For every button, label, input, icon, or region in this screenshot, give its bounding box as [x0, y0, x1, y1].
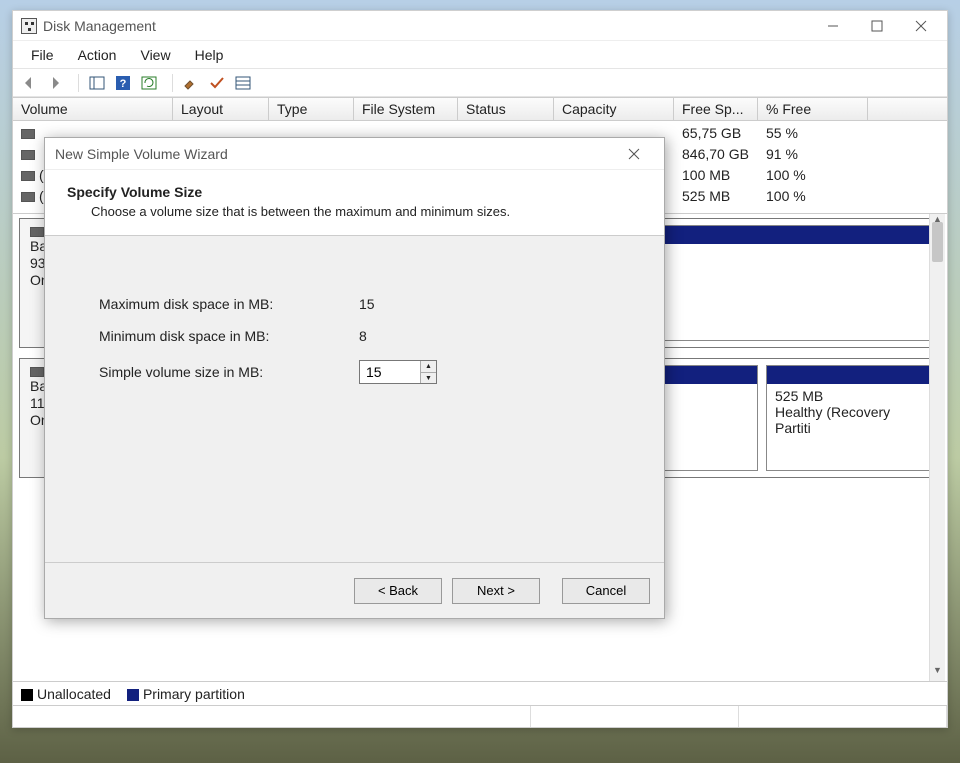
col-layout[interactable]: Layout: [173, 98, 269, 120]
disk-icon: [30, 227, 44, 237]
col-status[interactable]: Status: [458, 98, 554, 120]
cell-free: 65,75 GB: [674, 125, 758, 146]
scroll-thumb[interactable]: [932, 222, 943, 262]
swatch-unallocated: [21, 689, 33, 701]
minimize-button[interactable]: [811, 12, 855, 40]
back-button[interactable]: < Back: [354, 578, 442, 604]
cell-free: 100 MB: [674, 167, 758, 188]
settings-icon[interactable]: [179, 72, 203, 94]
toolbar-separator: [73, 74, 79, 92]
size-label: Simple volume size in MB:: [99, 364, 359, 380]
wizard-buttons: < Back Next > Cancel: [45, 562, 664, 618]
refresh-icon[interactable]: [137, 72, 161, 94]
cell-pct: 55 %: [758, 125, 868, 146]
min-space-value: 8: [359, 328, 367, 344]
window-buttons: [811, 12, 943, 40]
volume-icon: [21, 171, 35, 181]
toolbar: ?: [13, 69, 947, 97]
menu-view[interactable]: View: [128, 43, 182, 67]
col-type[interactable]: Type: [269, 98, 354, 120]
legend-unallocated: Unallocated: [21, 686, 111, 702]
forward-icon[interactable]: [43, 72, 67, 94]
size-input[interactable]: [360, 361, 420, 383]
col-capacity[interactable]: Capacity: [554, 98, 674, 120]
cancel-button[interactable]: Cancel: [562, 578, 650, 604]
wizard-subheading: Choose a volume size that is between the…: [91, 204, 642, 219]
pane-icon[interactable]: [85, 72, 109, 94]
max-space-label: Maximum disk space in MB:: [99, 296, 359, 312]
menubar: File Action View Help: [13, 41, 947, 69]
statusbar: [13, 705, 947, 727]
col-freespace[interactable]: Free Sp...: [674, 98, 758, 120]
scrollbar[interactable]: ▲ ▼: [929, 214, 945, 681]
titlebar: Disk Management: [13, 11, 947, 41]
col-spacer: [868, 98, 947, 120]
volume-icon: [21, 129, 35, 139]
partition-stripe: [767, 366, 935, 384]
check-icon[interactable]: [205, 72, 229, 94]
cell-free: 846,70 GB: [674, 146, 758, 167]
wizard-titlebar: New Simple Volume Wizard: [45, 138, 664, 170]
wizard-title: New Simple Volume Wizard: [55, 146, 228, 162]
legend: Unallocated Primary partition: [13, 681, 947, 705]
spin-up-icon[interactable]: ▲: [421, 361, 436, 373]
cell-pct: 91 %: [758, 146, 868, 167]
wizard-close-button[interactable]: [614, 140, 654, 168]
help-icon[interactable]: ?: [111, 72, 135, 94]
wizard-body: Maximum disk space in MB: 15 Minimum dis…: [45, 236, 664, 562]
spin-down-icon[interactable]: ▼: [421, 373, 436, 384]
disk-icon: [30, 367, 44, 377]
wizard-heading: Specify Volume Size: [67, 184, 642, 200]
partition[interactable]: 525 MB Healthy (Recovery Partiti: [766, 365, 936, 471]
max-space-value: 15: [359, 296, 375, 312]
size-spinner: ▲ ▼: [359, 360, 437, 384]
menu-help[interactable]: Help: [183, 43, 236, 67]
min-space-label: Minimum disk space in MB:: [99, 328, 359, 344]
toolbar-separator: [167, 74, 173, 92]
new-simple-volume-wizard: New Simple Volume Wizard Specify Volume …: [44, 137, 665, 619]
partition-size: 525 MB: [775, 388, 927, 404]
cell-pct: 100 %: [758, 188, 868, 209]
close-button[interactable]: [899, 12, 943, 40]
volume-list-header: Volume Layout Type File System Status Ca…: [13, 97, 947, 121]
legend-primary: Primary partition: [127, 686, 245, 702]
col-filesystem[interactable]: File System: [354, 98, 458, 120]
next-button[interactable]: Next >: [452, 578, 540, 604]
col-volume[interactable]: Volume: [13, 98, 173, 120]
window-title: Disk Management: [43, 18, 156, 34]
col-pctfree[interactable]: % Free: [758, 98, 868, 120]
cell-free: 525 MB: [674, 188, 758, 209]
scroll-down-icon[interactable]: ▼: [930, 665, 945, 681]
partition-info: Healthy (Recovery Partiti: [775, 404, 927, 436]
volume-icon: [21, 150, 35, 160]
menu-file[interactable]: File: [19, 43, 66, 67]
maximize-button[interactable]: [855, 12, 899, 40]
app-icon: [21, 18, 37, 34]
swatch-primary: [127, 689, 139, 701]
volume-icon: [21, 192, 35, 202]
list-icon[interactable]: [231, 72, 255, 94]
cell-pct: 100 %: [758, 167, 868, 188]
menu-action[interactable]: Action: [66, 43, 129, 67]
back-icon[interactable]: [17, 72, 41, 94]
svg-text:?: ?: [120, 78, 127, 90]
wizard-header: Specify Volume Size Choose a volume size…: [45, 170, 664, 236]
